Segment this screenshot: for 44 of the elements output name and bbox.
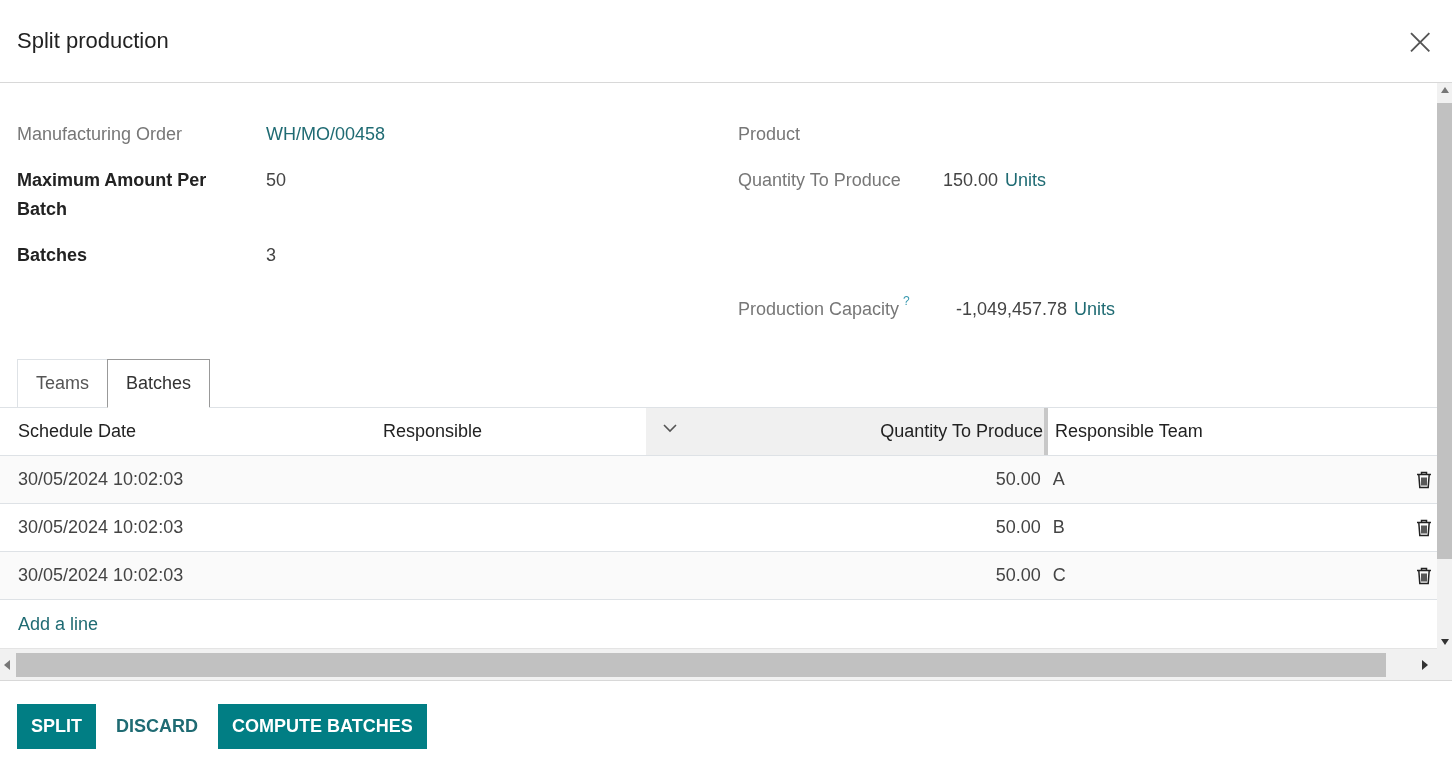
close-button[interactable]: × [1400, 22, 1440, 60]
unit-link[interactable]: Units [1074, 295, 1116, 324]
table-cell: B [1052, 517, 1065, 538]
vertical-scrollbar[interactable] [1437, 83, 1452, 649]
tab[interactable]: Batches [107, 359, 211, 408]
field-label: Manufacturing Order [17, 123, 184, 146]
table-cell: A [1052, 469, 1065, 490]
action-button[interactable]: COMPUTE BATCHES [218, 704, 427, 749]
horizontal-scrollbar[interactable] [0, 649, 1452, 681]
chevron-down-icon[interactable] [663, 424, 677, 433]
column-header[interactable]: Responsible [383, 421, 483, 442]
table-cell: 50.00 [995, 469, 1041, 490]
field-label: Batches [17, 244, 89, 267]
column-header[interactable]: Responsible Team [1055, 421, 1203, 442]
field-label: Quantity To Produce [738, 169, 901, 192]
trash-icon[interactable] [1416, 470, 1432, 489]
scroll-left-icon[interactable] [4, 659, 10, 670]
field-value: -1,049,457.78 [956, 298, 1068, 321]
table-cell: C [1052, 565, 1066, 586]
scroll-right-icon[interactable] [1422, 659, 1428, 670]
table-cell: 30/05/2024 10:02:03 [18, 469, 184, 490]
column-header[interactable]: Schedule Date [18, 421, 137, 442]
table-cell: 50.00 [995, 517, 1041, 538]
field-label: Product [738, 123, 801, 146]
trash-icon[interactable] [1416, 518, 1432, 537]
field-label: Production Capacity [738, 298, 900, 321]
action-button[interactable]: SPLIT [17, 704, 96, 749]
table-cell: 30/05/2024 10:02:03 [18, 565, 184, 586]
column-header[interactable]: Quantity To Produce [880, 421, 1043, 442]
field-value: 150.00 [943, 169, 999, 192]
table-cell: 30/05/2024 10:02:03 [18, 517, 184, 538]
tab[interactable]: Teams [17, 359, 108, 408]
field-value: 50 [266, 169, 287, 192]
field-label: Maximum Amount Per Batch [17, 169, 208, 221]
help-tooltip[interactable]: ? [903, 295, 910, 324]
scroll-up-icon[interactable] [1440, 87, 1449, 93]
field-value: 3 [266, 244, 276, 267]
scroll-down-icon[interactable] [1440, 639, 1449, 645]
order-link[interactable]: WH/MO/00458 [266, 120, 386, 149]
add-line-link[interactable]: Add a line [18, 613, 99, 635]
trash-icon[interactable] [1416, 566, 1432, 585]
dialog-title: Split production [17, 28, 169, 54]
table-cell: 50.00 [995, 565, 1041, 586]
unit-link[interactable]: Units [1005, 166, 1047, 195]
